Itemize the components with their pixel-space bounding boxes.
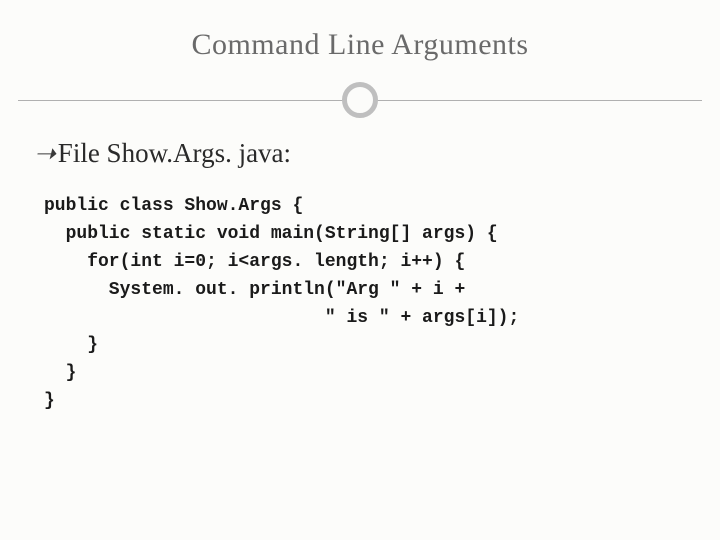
code-block: public class Show.Args { public static v…	[34, 193, 686, 416]
slide-body: ➝ File Show.Args. java: public class Sho…	[0, 120, 720, 416]
slide: Command Line Arguments ➝ File Show.Args.…	[0, 0, 720, 540]
page-title: Command Line Arguments	[0, 28, 720, 62]
divider-circle-icon	[342, 82, 378, 118]
title-region: Command Line Arguments	[0, 0, 720, 62]
bullet-icon: ➝	[34, 139, 52, 169]
bullet-item: ➝ File Show.Args. java:	[34, 138, 686, 169]
title-divider	[0, 80, 720, 120]
bullet-text: File Show.Args. java:	[58, 138, 291, 169]
